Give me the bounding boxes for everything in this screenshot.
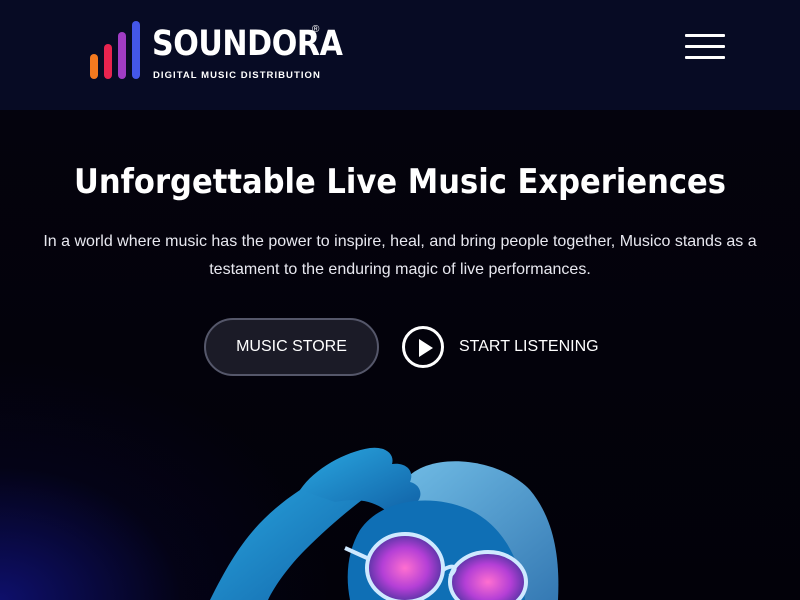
- hamburger-menu-button[interactable]: [682, 32, 728, 62]
- hamburger-icon-line-3: [685, 56, 725, 59]
- start-listening-button[interactable]: START LISTENING: [402, 326, 622, 368]
- logo-bars-icon: [90, 21, 140, 79]
- play-circle-icon: [402, 326, 444, 368]
- registered-mark: ®: [312, 24, 320, 35]
- play-icon: [419, 339, 433, 357]
- hero-title: Unforgettable Live Music Experiences: [73, 162, 727, 202]
- hamburger-icon-line-1: [685, 34, 725, 37]
- logo[interactable]: SOUNDORA ® DIGITAL MUSIC DISTRIBUTION: [88, 20, 343, 82]
- music-store-button[interactable]: MUSIC STORE: [204, 318, 379, 376]
- logo-tagline: DIGITAL MUSIC DISTRIBUTION: [153, 70, 321, 81]
- hero-section: Unforgettable Live Music Experiences In …: [0, 110, 800, 600]
- hero-photo-person-sunglasses: [210, 447, 559, 600]
- hamburger-icon-line-2: [685, 45, 725, 48]
- site-header: SOUNDORA ® DIGITAL MUSIC DISTRIBUTION: [0, 0, 800, 110]
- start-listening-label: START LISTENING: [459, 338, 599, 355]
- hero-description: In a world where music has the power to …: [43, 233, 757, 278]
